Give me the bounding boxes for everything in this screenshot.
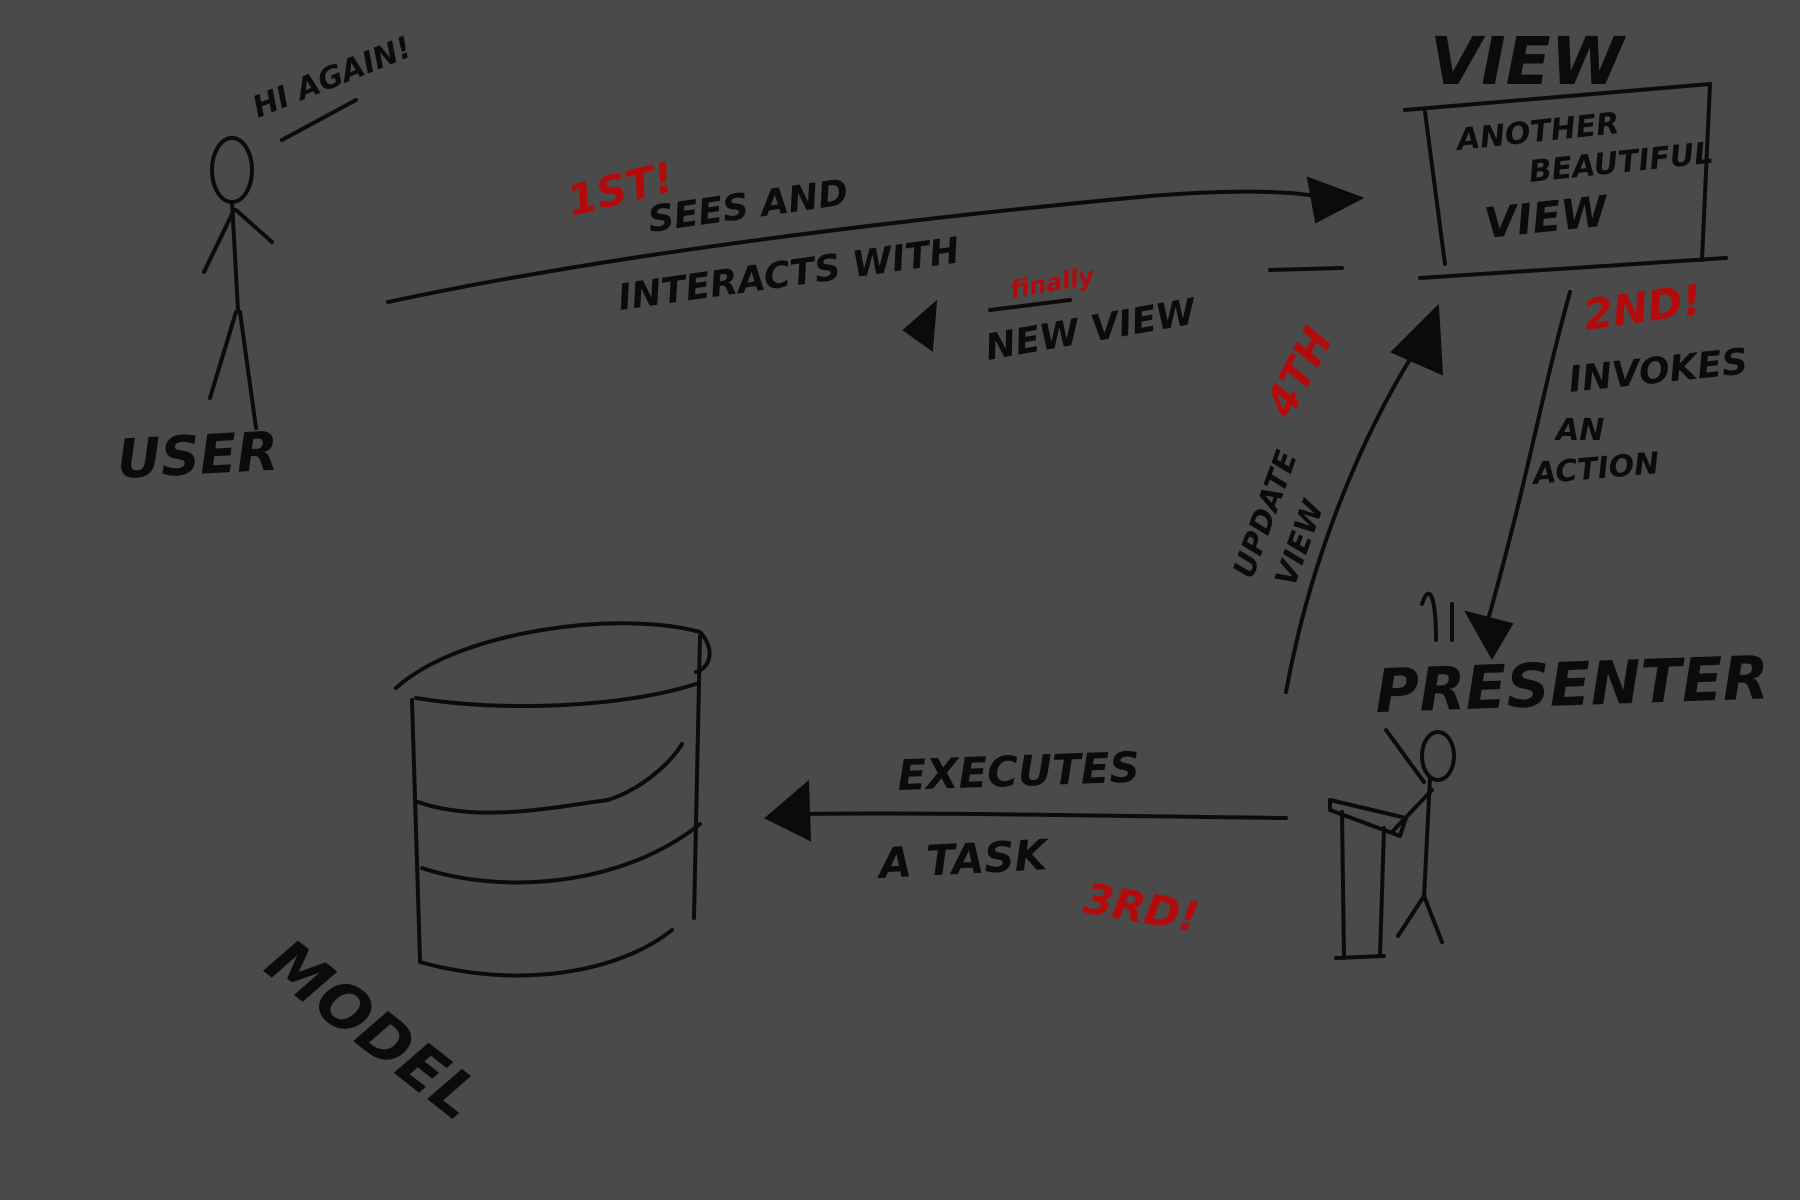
model-label: MODEL [253, 924, 493, 1134]
user-label: USER [115, 420, 279, 491]
database-cylinder-icon [394, 621, 712, 978]
action-label: ACTION [1530, 446, 1661, 492]
a-task-label: A TASK [875, 830, 1052, 888]
view-content-line-3: VIEW [1482, 186, 1612, 248]
view-screen-box: ANOTHER BEAUTIFUL VIEW [1403, 82, 1728, 280]
mvp-diagram: USER HI AGAIN! ANOTHER BEAUTIFUL VIEW VI… [115, 23, 1770, 1134]
presenter-podium-icon [1328, 591, 1456, 960]
invokes-label: INVOKES [1567, 341, 1750, 401]
an-label: AN [1554, 413, 1604, 448]
step-third-label: 3RD! [1080, 874, 1202, 942]
presenter-label: PRESENTER [1374, 643, 1770, 727]
interacts-with-label: INTERACTS WITH [616, 230, 963, 319]
step-second-label: 2ND! [1581, 275, 1705, 340]
step-fourth-label: 4TH [1255, 320, 1342, 426]
view-title: VIEW [1430, 23, 1627, 100]
executes-label: EXECUTES [897, 743, 1141, 800]
finally-underline [988, 298, 1072, 312]
finally-label: finally [1008, 261, 1097, 303]
hi-again-note: HI AGAIN! [248, 30, 417, 142]
user-stick-figure-icon [202, 136, 274, 430]
sees-and-interacts-arrow [386, 176, 1365, 304]
